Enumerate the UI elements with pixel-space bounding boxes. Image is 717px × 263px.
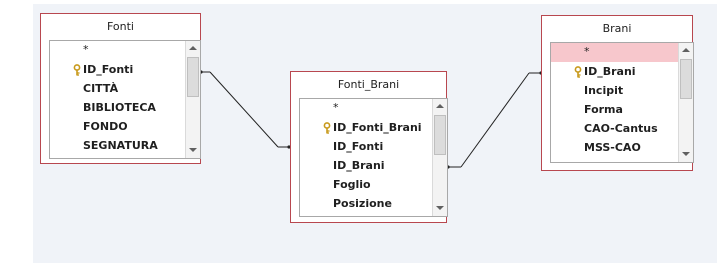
field-all-columns[interactable]: * <box>551 43 679 62</box>
relationship-fonti-brani-to-brani[interactable] <box>446 71 543 169</box>
field-segnatura[interactable]: SEGNATURA <box>50 136 186 155</box>
query-design-canvas: Fonti * ID_Fonti CITTÀ BIBLIOTECA FONDO … <box>0 0 717 263</box>
scroll-down-arrow-icon <box>189 148 197 152</box>
field-id-brani[interactable]: ID_Brani <box>551 62 679 81</box>
field-fondo[interactable]: FONDO <box>50 117 186 136</box>
table-window-fonti-brani[interactable]: Fonti_Brani * ID_Fonti_Brani ID_Fonti ID… <box>290 71 448 223</box>
field-label: Posizione <box>333 197 392 210</box>
field-all-columns[interactable]: * <box>50 41 186 60</box>
scroll-thumb[interactable] <box>187 57 199 97</box>
key-icon <box>574 66 582 78</box>
vertical-scrollbar[interactable] <box>432 99 447 216</box>
field-label: Incipit <box>584 84 624 97</box>
field-label: * <box>83 43 89 56</box>
field-incipit[interactable]: Incipit <box>551 81 679 100</box>
table-title-fonti[interactable]: Fonti <box>41 14 200 39</box>
scroll-up-arrow-icon <box>189 46 197 50</box>
scroll-down-button[interactable] <box>433 201 447 216</box>
field-label: Foglio <box>333 178 371 191</box>
scroll-up-button[interactable] <box>679 43 693 58</box>
key-icon <box>323 122 331 134</box>
field-foglio[interactable]: Foglio <box>300 175 433 194</box>
field-citta[interactable]: CITTÀ <box>50 79 186 98</box>
scroll-up-button[interactable] <box>186 41 200 56</box>
table-window-brani[interactable]: Brani * ID_Brani Incipit Forma CAO-Cantu… <box>541 15 694 171</box>
field-mss-cao[interactable]: MSS-CAO <box>551 138 679 157</box>
scroll-up-arrow-icon <box>436 104 444 108</box>
field-biblioteca[interactable]: BIBLIOTECA <box>50 98 186 117</box>
field-id-fonti[interactable]: ID_Fonti <box>300 137 433 156</box>
scroll-up-arrow-icon <box>682 48 690 52</box>
field-id-fonti[interactable]: ID_Fonti <box>50 60 186 79</box>
table-window-fonti[interactable]: Fonti * ID_Fonti CITTÀ BIBLIOTECA FONDO … <box>40 13 201 164</box>
scroll-down-arrow-icon <box>436 206 444 210</box>
field-label: CITTÀ <box>83 82 119 95</box>
field-forma[interactable]: Forma <box>551 100 679 119</box>
field-label: ID_Fonti <box>83 63 134 76</box>
field-list-brani[interactable]: * ID_Brani Incipit Forma CAO-Cantus MSS-… <box>550 42 694 163</box>
field-all-columns[interactable]: * <box>300 99 433 118</box>
scroll-down-arrow-icon <box>682 152 690 156</box>
field-label: CAO-Cantus <box>584 122 658 135</box>
table-title-fonti-brani[interactable]: Fonti_Brani <box>291 72 446 97</box>
field-label: BIBLIOTECA <box>83 101 156 114</box>
field-id-brani[interactable]: ID_Brani <box>300 156 433 175</box>
scroll-down-button[interactable] <box>186 143 200 158</box>
field-label: ID_Brani <box>584 65 636 78</box>
field-label: * <box>333 101 339 114</box>
table-title-brani[interactable]: Brani <box>542 16 692 41</box>
field-cao-cantus[interactable]: CAO-Cantus <box>551 119 679 138</box>
field-list-fonti-brani[interactable]: * ID_Fonti_Brani ID_Fonti ID_Brani Fogli… <box>299 98 448 217</box>
scroll-thumb[interactable] <box>434 115 446 155</box>
vertical-scrollbar[interactable] <box>185 41 200 158</box>
field-label: ID_Fonti <box>333 140 384 153</box>
relationship-fonti-to-fonti-brani[interactable] <box>199 70 291 149</box>
field-label: * <box>584 45 590 58</box>
field-label: SEGNATURA <box>83 139 158 152</box>
field-label: MSS-CAO <box>584 141 641 154</box>
scroll-down-button[interactable] <box>679 147 693 162</box>
vertical-scrollbar[interactable] <box>678 43 693 162</box>
field-list-fonti[interactable]: * ID_Fonti CITTÀ BIBLIOTECA FONDO SEGNAT… <box>49 40 201 159</box>
scroll-up-button[interactable] <box>433 99 447 114</box>
field-label: ID_Brani <box>333 159 385 172</box>
field-label: Forma <box>584 103 623 116</box>
field-label: ID_Fonti_Brani <box>333 121 422 134</box>
field-id-fonti-brani[interactable]: ID_Fonti_Brani <box>300 118 433 137</box>
key-icon <box>73 64 81 76</box>
field-posizione[interactable]: Posizione <box>300 194 433 213</box>
scroll-thumb[interactable] <box>680 59 692 99</box>
field-label: FONDO <box>83 120 128 133</box>
